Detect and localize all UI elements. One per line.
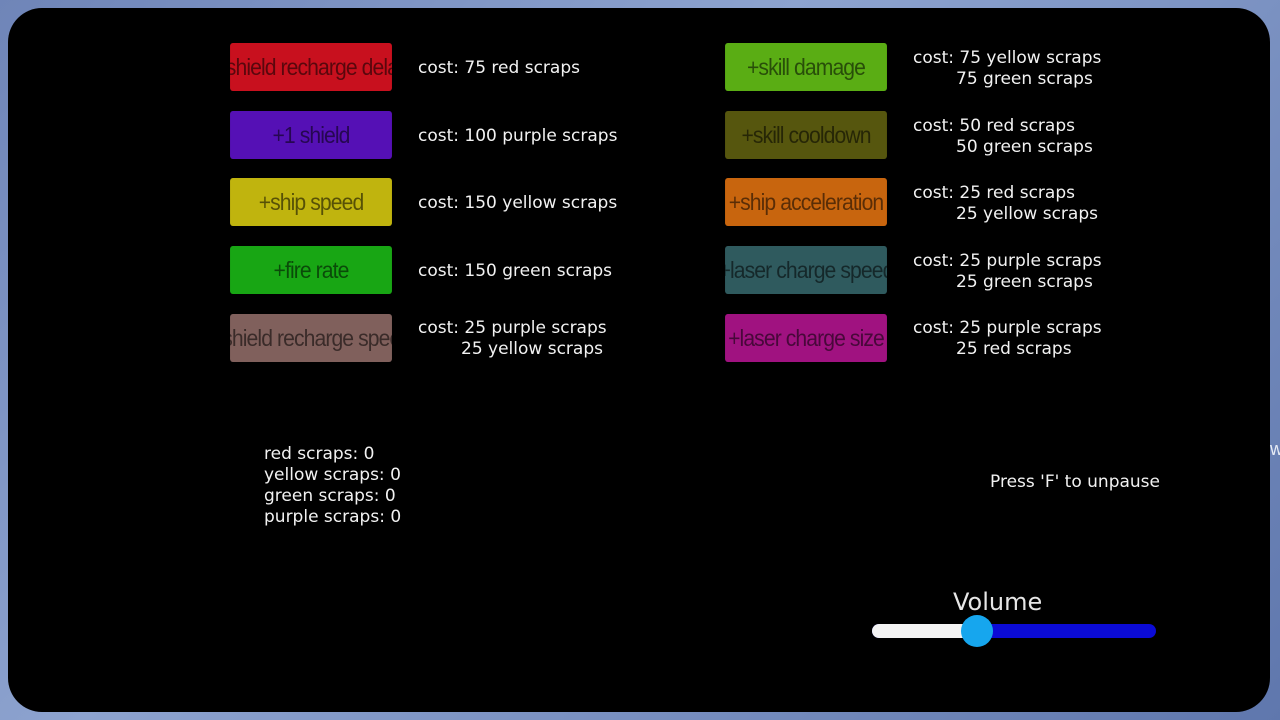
upgrade-cost-skill-damage: cost: 75 yellow scraps 75 green scraps bbox=[913, 48, 1101, 90]
upgrade-button-laser-charge-speed[interactable]: +laser charge speed bbox=[725, 246, 887, 294]
upgrade-button-laser-charge-size[interactable]: +laser charge size bbox=[725, 314, 887, 362]
upgrade-button-ship-speed[interactable]: +ship speed bbox=[230, 178, 392, 226]
cost-line-1: cost: 75 yellow scraps bbox=[913, 48, 1102, 68]
cost-line-1: cost: 50 red scraps bbox=[913, 116, 1075, 136]
green-scraps-count: green scraps: 0 bbox=[264, 486, 396, 506]
red-scraps-count: red scraps: 0 bbox=[264, 444, 375, 464]
cost-line-1: cost: 25 purple scraps bbox=[913, 251, 1102, 271]
upgrade-cost-ship-speed: cost: 150 yellow scraps bbox=[418, 193, 617, 214]
cost-line-2: 25 yellow scraps bbox=[956, 204, 1098, 224]
upgrade-button-skill-cooldown[interactable]: +skill cooldown bbox=[725, 111, 887, 159]
volume-slider-handle[interactable] bbox=[961, 615, 993, 647]
upgrade-cost-shield-recharge-delay: cost: 75 red scraps bbox=[418, 58, 580, 79]
pause-menu-screen: +shield recharge delay cost: 75 red scra… bbox=[8, 8, 1270, 712]
upgrade-button-ship-acceleration[interactable]: +ship acceleration bbox=[725, 178, 887, 226]
cost-line-2: 25 yellow scraps bbox=[461, 339, 603, 359]
volume-slider[interactable] bbox=[872, 615, 1156, 647]
upgrade-button-skill-damage[interactable]: +skill damage bbox=[725, 43, 887, 91]
cost-line-2: 25 red scraps bbox=[956, 339, 1072, 359]
purple-scraps-count: purple scraps: 0 bbox=[264, 507, 402, 527]
upgrade-button-1-shield[interactable]: +1 shield bbox=[230, 111, 392, 159]
cost-line-1: cost: 25 red scraps bbox=[913, 183, 1075, 203]
background-edge-text: w e ig il a e g bbox=[1270, 439, 1280, 459]
cost-line-1: cost: 150 yellow scraps bbox=[418, 193, 618, 213]
cost-line-1: cost: 150 green scraps bbox=[418, 261, 613, 281]
scrap-inventory: red scraps: 0 yellow scraps: 0 green scr… bbox=[264, 444, 401, 528]
upgrade-cost-shield-recharge-speed: cost: 25 purple scraps 25 yellow scraps bbox=[418, 318, 607, 360]
upgrade-button-shield-recharge-delay[interactable]: +shield recharge delay bbox=[230, 43, 392, 91]
volume-label: Volume bbox=[953, 588, 1043, 616]
cost-line-1: cost: 100 purple scraps bbox=[418, 126, 618, 146]
upgrade-button-shield-recharge-speed[interactable]: +shield recharge speed bbox=[230, 314, 392, 362]
upgrade-cost-laser-charge-speed: cost: 25 purple scraps 25 green scraps bbox=[913, 251, 1102, 293]
cost-line-1: cost: 75 red scraps bbox=[418, 58, 580, 78]
yellow-scraps-count: yellow scraps: 0 bbox=[264, 465, 401, 485]
cost-line-2: 75 green scraps bbox=[956, 69, 1093, 89]
upgrade-cost-laser-charge-size: cost: 25 purple scraps 25 red scraps bbox=[913, 318, 1102, 360]
upgrade-cost-ship-acceleration: cost: 25 red scraps 25 yellow scraps bbox=[913, 183, 1098, 225]
cost-line-2: 25 green scraps bbox=[956, 272, 1093, 292]
upgrade-cost-1-shield: cost: 100 purple scraps bbox=[418, 126, 617, 147]
cost-line-1: cost: 25 purple scraps bbox=[913, 318, 1102, 338]
upgrade-cost-skill-cooldown: cost: 50 red scraps 50 green scraps bbox=[913, 116, 1093, 158]
cost-line-1: cost: 25 purple scraps bbox=[418, 318, 607, 338]
upgrade-button-fire-rate[interactable]: +fire rate bbox=[230, 246, 392, 294]
unpause-hint: Press 'F' to unpause bbox=[990, 472, 1160, 492]
upgrade-cost-fire-rate: cost: 150 green scraps bbox=[418, 261, 612, 282]
cost-line-2: 50 green scraps bbox=[956, 137, 1093, 157]
